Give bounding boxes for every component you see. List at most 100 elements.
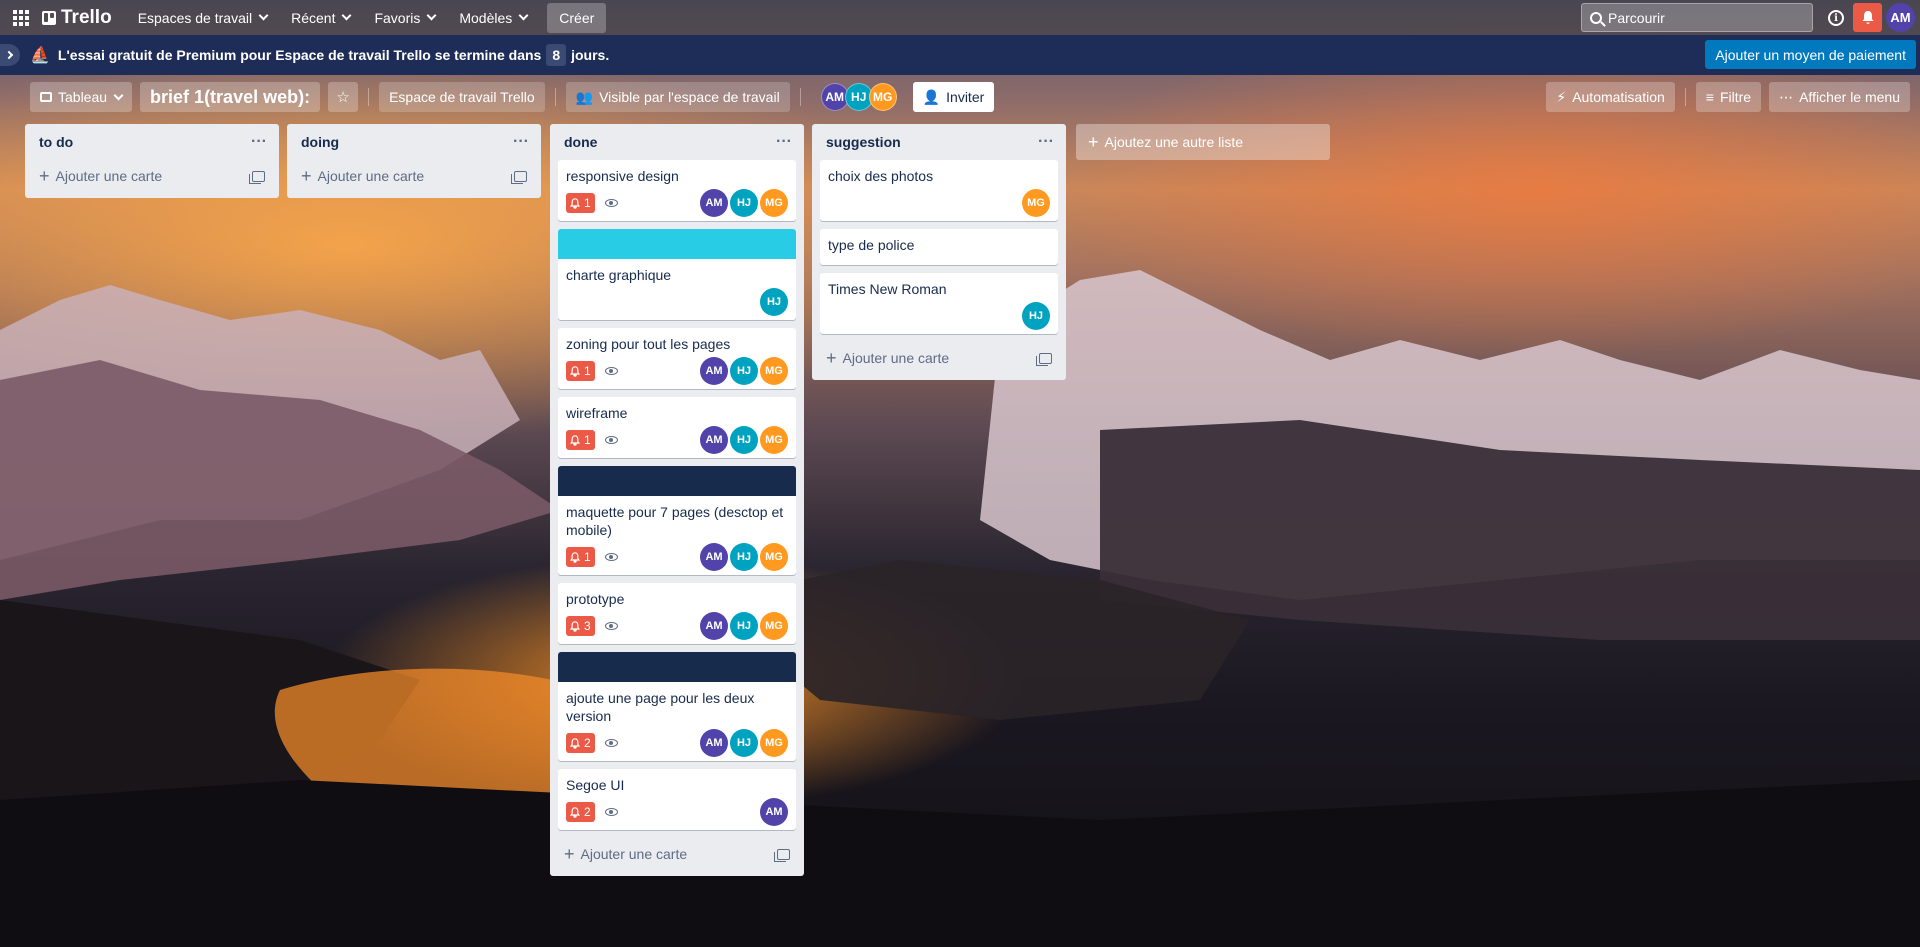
visibility-button[interactable]: 👥 Visible par l'espace de travail <box>565 82 790 112</box>
nav-recent[interactable]: Récent <box>281 2 360 34</box>
list: done ··· responsive design 1 AM HJ MG charte gr… <box>550 124 804 876</box>
card[interactable]: responsive design 1 AM HJ MG <box>558 160 796 221</box>
trello-logo[interactable]: Trello <box>42 7 112 29</box>
card[interactable]: Segoe UI 2 AM <box>558 769 796 830</box>
show-menu-button[interactable]: ⋯ Afficher le menu <box>1769 82 1910 112</box>
member-avatar[interactable]: AM <box>700 426 728 454</box>
member-avatar[interactable]: HJ <box>730 357 758 385</box>
card-badges: HJ <box>828 302 1050 330</box>
user-avatar[interactable]: AM <box>1886 3 1915 32</box>
bell-icon <box>570 737 580 749</box>
add-card-button[interactable]: + Ajouter une carte <box>558 838 796 870</box>
member-avatar[interactable]: AM <box>700 543 728 571</box>
sidebar-expand-button[interactable] <box>0 44 20 66</box>
card-body: responsive design 1 AM HJ MG <box>558 160 796 221</box>
search-box[interactable] <box>1581 3 1813 32</box>
automation-button[interactable]: ⚡ Automatisation <box>1546 82 1675 112</box>
due-badge[interactable]: 1 <box>566 193 595 213</box>
add-list-button[interactable]: + Ajoutez une autre liste <box>1076 124 1330 160</box>
list-title[interactable]: doing <box>301 134 339 150</box>
people-icon: 👥 <box>575 88 594 105</box>
trial-text: L'essai gratuit de Premium pour Espace d… <box>57 47 542 63</box>
member-avatar[interactable]: AM <box>700 189 728 217</box>
badge-group: 2 <box>566 802 618 822</box>
apps-grid-icon[interactable] <box>8 5 34 31</box>
card-body: charte graphique HJ <box>558 259 796 320</box>
list-menu-icon[interactable]: ··· <box>776 134 792 150</box>
member-avatar[interactable]: HJ <box>730 189 758 217</box>
list: doing ··· + Ajouter une carte <box>287 124 541 198</box>
add-payment-button[interactable]: Ajouter un moyen de paiement <box>1705 40 1916 69</box>
card[interactable]: choix des photos MG <box>820 160 1058 221</box>
lightning-icon: ⚡ <box>1556 88 1567 105</box>
divider <box>1684 88 1686 106</box>
nav-workspaces[interactable]: Espaces de travail <box>128 2 277 34</box>
list-title[interactable]: suggestion <box>826 134 901 150</box>
card[interactable]: prototype 3 AM HJ MG <box>558 583 796 644</box>
member-avatar[interactable]: MG <box>760 612 788 640</box>
member-avatar[interactable]: HJ <box>730 426 758 454</box>
due-badge[interactable]: 1 <box>566 547 595 567</box>
create-button[interactable]: Créer <box>547 2 607 33</box>
list-title[interactable]: to do <box>39 134 73 150</box>
list-menu-icon[interactable]: ··· <box>251 134 267 150</box>
list-menu-icon[interactable]: ··· <box>513 134 529 150</box>
search-icon <box>1590 11 1602 24</box>
card-template-icon[interactable] <box>774 848 790 862</box>
list-header: to do ··· <box>33 124 271 160</box>
card[interactable]: maquette pour 7 pages (desctop et mobile… <box>558 466 796 575</box>
card[interactable]: ajoute une page pour les deux version 2 AM… <box>558 652 796 761</box>
filter-button[interactable]: ≡ Filtre <box>1695 82 1762 112</box>
due-badge[interactable]: 2 <box>566 802 595 822</box>
member-avatar[interactable]: MG <box>760 543 788 571</box>
due-badge[interactable]: 3 <box>566 616 595 636</box>
member-avatar[interactable]: HJ <box>760 288 788 316</box>
star-button[interactable]: ☆ <box>328 82 359 112</box>
search-input[interactable] <box>1608 9 1798 26</box>
card[interactable]: wireframe 1 AM HJ MG <box>558 397 796 458</box>
invite-button[interactable]: 👤 Inviter <box>912 82 995 112</box>
notifications-button[interactable] <box>1853 3 1882 32</box>
member-avatar[interactable]: HJ <box>730 543 758 571</box>
card-template-icon[interactable] <box>249 170 265 184</box>
due-count: 2 <box>584 805 591 819</box>
card-template-icon[interactable] <box>511 170 527 184</box>
member-avatar[interactable]: MG <box>760 426 788 454</box>
member-avatar[interactable]: AM <box>700 357 728 385</box>
member-avatar[interactable]: AM <box>760 798 788 826</box>
add-card-button[interactable]: + Ajouter une carte <box>33 160 271 192</box>
member-avatar[interactable]: HJ <box>1022 302 1050 330</box>
list-title[interactable]: done <box>564 134 597 150</box>
workspace-button[interactable]: Espace de travail Trello <box>379 82 545 112</box>
card[interactable]: charte graphique HJ <box>558 229 796 320</box>
member-avatar[interactable]: AM <box>700 729 728 757</box>
information-button[interactable]: i <box>1824 6 1848 30</box>
add-card-button[interactable]: + Ajouter une carte <box>820 342 1058 374</box>
nav-templates[interactable]: Modèles <box>449 2 537 34</box>
member-avatar[interactable]: HJ <box>730 612 758 640</box>
board-title[interactable]: brief 1(travel web): <box>140 82 321 112</box>
member-avatar[interactable]: HJ <box>730 729 758 757</box>
member-avatar[interactable]: AM <box>700 612 728 640</box>
due-badge[interactable]: 1 <box>566 361 595 381</box>
card-template-icon[interactable] <box>1036 352 1052 366</box>
member-avatar[interactable]: MG <box>760 357 788 385</box>
list-menu-icon[interactable]: ··· <box>1038 134 1054 150</box>
card[interactable]: type de police <box>820 229 1058 265</box>
chevron-right-icon <box>4 50 14 60</box>
member-avatar[interactable]: MG <box>760 729 788 757</box>
view-switcher[interactable]: Tableau <box>30 82 133 112</box>
card-badges: HJ <box>566 288 788 316</box>
card[interactable]: Times New Roman HJ <box>820 273 1058 334</box>
card-title: Times New Roman <box>828 281 947 297</box>
due-badge[interactable]: 2 <box>566 733 595 753</box>
add-card-button[interactable]: + Ajouter une carte <box>295 160 533 192</box>
due-count: 1 <box>584 196 591 210</box>
card-body: maquette pour 7 pages (desctop et mobile… <box>558 496 796 575</box>
nav-favorites[interactable]: Favoris <box>364 2 445 34</box>
card[interactable]: zoning pour tout les pages 1 AM HJ MG <box>558 328 796 389</box>
member-avatar[interactable]: MG <box>868 83 897 111</box>
due-badge[interactable]: 1 <box>566 430 595 450</box>
member-avatar[interactable]: MG <box>1022 189 1050 217</box>
member-avatar[interactable]: MG <box>760 189 788 217</box>
